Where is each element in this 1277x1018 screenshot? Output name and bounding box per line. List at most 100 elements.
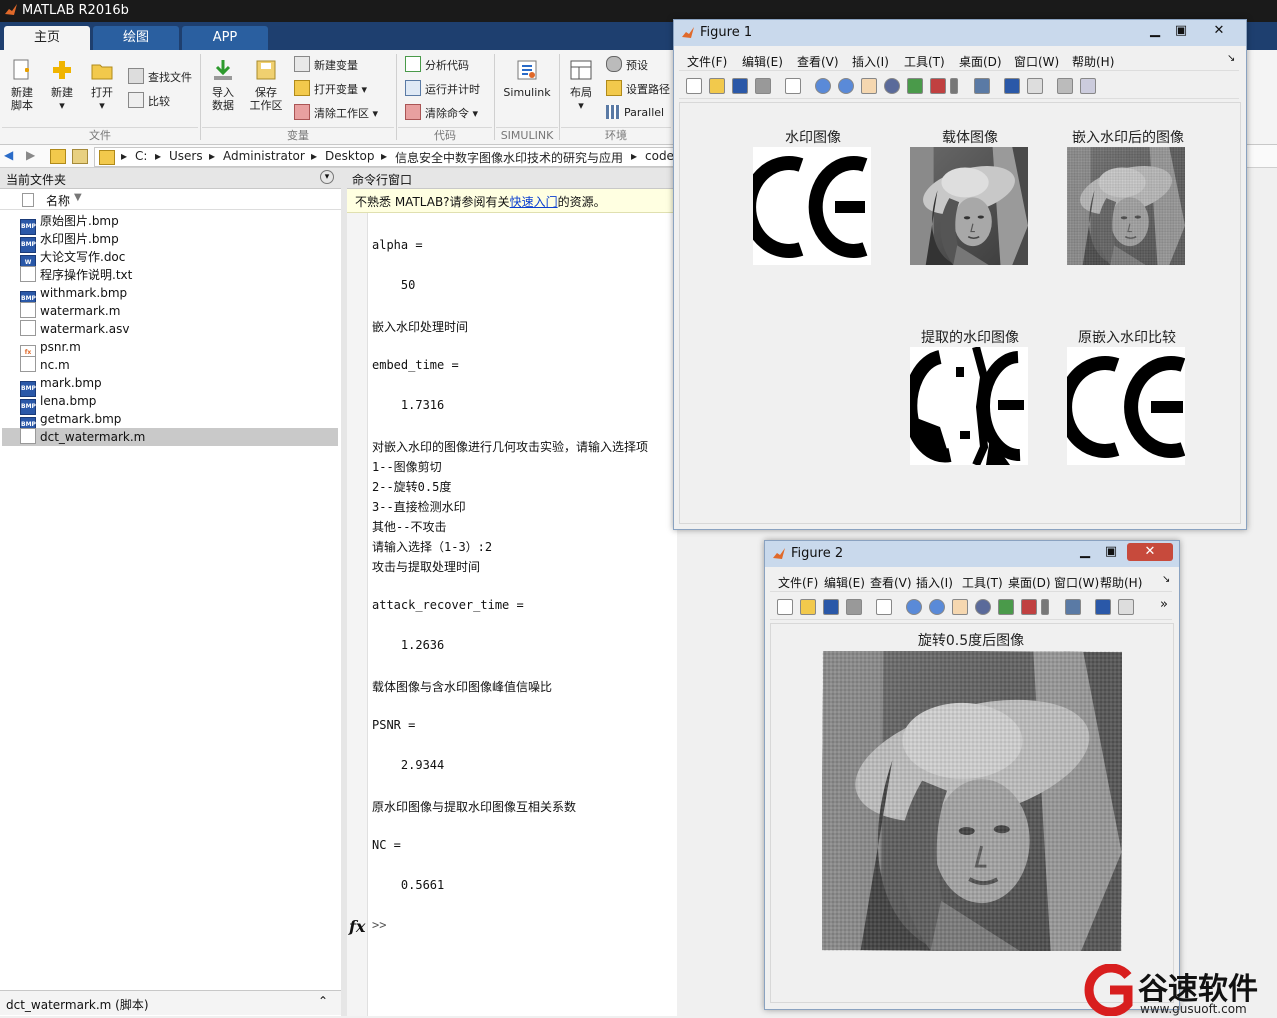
breadcrumb-users[interactable]: Users (169, 149, 203, 163)
open-button[interactable]: 打开 ▾ (84, 58, 120, 112)
file-list-item[interactable]: fx psnr.m (20, 338, 338, 361)
maximize-button[interactable]: ▣ (1099, 544, 1123, 562)
file-list-item[interactable]: nc.m (20, 356, 338, 374)
new-figure-icon[interactable] (686, 78, 702, 94)
legend-icon[interactable] (1118, 599, 1134, 615)
figure2-window[interactable]: Figure 2 ▁ ▣ ✕ 文件(F) 编辑(E) 查看(V) 插入(I) 工具(T)… (764, 540, 1180, 1010)
command-prompt[interactable]: >> (372, 918, 386, 932)
clear-workspace-button[interactable]: 清除工作区 ▾ (294, 104, 378, 122)
file-list-item[interactable]: dct_watermark.m (2, 428, 338, 446)
open-file-icon[interactable] (709, 78, 725, 94)
minimize-button[interactable]: ▁ (1073, 544, 1097, 562)
breadcrumb-project[interactable]: 信息安全中数字图像水印技术的研究与应用 (395, 149, 623, 166)
menu-item[interactable]: 帮助(H) (1072, 53, 1114, 70)
colorbar-icon[interactable] (1095, 599, 1111, 615)
tab-home[interactable]: 主页 (4, 26, 90, 50)
file-list-item[interactable]: BMP getmark.bmp (20, 410, 338, 433)
new-figure-icon[interactable] (777, 599, 793, 615)
zoom-in-icon[interactable] (815, 78, 831, 94)
link-icon[interactable] (1065, 599, 1081, 615)
compare-button[interactable]: 比较 (128, 92, 170, 110)
pointer-icon[interactable] (785, 78, 801, 94)
up-folder-icon[interactable] (50, 149, 66, 164)
menu-item[interactable]: 插入(I) (852, 53, 889, 70)
legend-icon[interactable] (1027, 78, 1043, 94)
zoom-in-icon[interactable] (906, 599, 922, 615)
menu-item[interactable]: 编辑(E) (742, 53, 783, 70)
menu-item[interactable]: 桌面(D) (959, 53, 1002, 70)
pointer-icon[interactable] (876, 599, 892, 615)
brush-menu-icon[interactable] (1041, 599, 1049, 615)
menu-item[interactable]: 工具(T) (904, 53, 945, 70)
menu-item[interactable]: 工具(T) (962, 574, 1003, 591)
path-field[interactable]: ▸ C: ▸ Users ▸ Administrator ▸ Desktop ▸… (94, 147, 676, 167)
minimize-button[interactable]: ▁ (1142, 23, 1168, 41)
file-list-item[interactable]: BMP 水印图片.bmp (20, 230, 338, 253)
new-script-button[interactable]: 新建 脚本 (4, 58, 40, 112)
fx-icon[interactable]: fx (349, 917, 365, 936)
link-icon[interactable] (974, 78, 990, 94)
menu-item[interactable]: 插入(I) (916, 574, 953, 591)
run-and-time-button[interactable]: 运行并计时 (405, 80, 480, 98)
breadcrumb-administrator[interactable]: Administrator (223, 149, 305, 163)
show-plot-tools-icon[interactable] (1080, 78, 1096, 94)
save-icon[interactable] (823, 599, 839, 615)
open-file-icon[interactable] (800, 599, 816, 615)
zoom-out-icon[interactable] (929, 599, 945, 615)
file-list-item[interactable]: BMP mark.bmp (20, 374, 338, 397)
forward-icon[interactable]: ▶ (26, 148, 35, 162)
breadcrumb-c[interactable]: C: (135, 149, 147, 163)
brush-icon[interactable] (1021, 599, 1037, 615)
tab-plots[interactable]: 绘图 (93, 26, 179, 50)
figure2-titlebar[interactable]: Figure 2 ▁ ▣ ✕ (765, 541, 1179, 567)
menu-item[interactable]: 文件(F) (687, 53, 727, 70)
close-button[interactable]: ✕ (1198, 22, 1240, 40)
print-icon[interactable] (755, 78, 771, 94)
tab-apps[interactable]: APP (182, 26, 268, 50)
menu-item[interactable]: 桌面(D) (1008, 574, 1051, 591)
save-workspace-button[interactable]: 保存 工作区 (246, 58, 286, 112)
menu-item[interactable]: 窗口(W) (1054, 574, 1099, 591)
menu-item[interactable]: 查看(V) (797, 53, 839, 70)
clear-commands-button[interactable]: 清除命令 ▾ (405, 104, 478, 122)
breadcrumb-code[interactable]: code (645, 149, 674, 163)
menu-item[interactable]: 窗口(W) (1014, 53, 1059, 70)
file-list-item[interactable]: watermark.asv (20, 320, 338, 338)
zoom-out-icon[interactable] (838, 78, 854, 94)
menu-dock-icon[interactable]: ↘ (1162, 574, 1170, 585)
open-variable-button[interactable]: 打开变量 ▾ (294, 80, 367, 98)
figure1-titlebar[interactable]: Figure 1 ▁ ▣ ✕ (674, 20, 1246, 46)
file-list-item[interactable]: watermark.m (20, 302, 338, 320)
colorbar-icon[interactable] (1004, 78, 1020, 94)
brush-menu-icon[interactable] (950, 78, 958, 94)
data-cursor-icon[interactable] (907, 78, 923, 94)
new-variable-button[interactable]: 新建变量 (294, 56, 358, 74)
file-list-item[interactable]: W 大论文写作.doc (20, 248, 338, 271)
toolbar-overflow-icon[interactable]: » (1160, 597, 1168, 612)
file-column-header[interactable]: 名称 ▼ (0, 189, 341, 210)
data-cursor-icon[interactable] (998, 599, 1014, 615)
new-button[interactable]: 新建 ▾ (44, 58, 80, 112)
simulink-button[interactable]: Simulink (500, 58, 554, 99)
import-data-button[interactable]: 导入 数据 (205, 58, 241, 112)
parallel-button[interactable]: Parallel (606, 104, 664, 122)
breadcrumb-desktop[interactable]: Desktop (325, 149, 375, 163)
find-files-button[interactable]: 查找文件 (128, 68, 192, 86)
panel-menu-icon[interactable]: ▾ (320, 170, 334, 184)
menu-item[interactable]: 编辑(E) (824, 574, 865, 591)
browse-folder-icon[interactable] (72, 149, 88, 164)
command-window[interactable]: 命令行窗口 不熟悉 MATLAB?请参阅有关快速入门的资源。 alpha = 5… (347, 168, 677, 1016)
brush-icon[interactable] (930, 78, 946, 94)
chevron-up-icon[interactable]: ⌃ (318, 994, 328, 1008)
back-icon[interactable]: ◀ (4, 148, 13, 162)
layout-button[interactable]: 布局 ▾ (564, 58, 598, 112)
menu-item[interactable]: 查看(V) (870, 574, 912, 591)
file-list-item[interactable]: 程序操作说明.txt (20, 266, 338, 284)
menu-item[interactable]: 帮助(H) (1100, 574, 1142, 591)
save-icon[interactable] (732, 78, 748, 94)
file-list-item[interactable]: BMP withmark.bmp (20, 284, 338, 307)
close-button[interactable]: ✕ (1127, 543, 1173, 561)
hide-plot-tools-icon[interactable] (1057, 78, 1073, 94)
preferences-button[interactable]: 预设 (606, 56, 648, 74)
getting-started-link[interactable]: 快速入门 (510, 195, 558, 209)
